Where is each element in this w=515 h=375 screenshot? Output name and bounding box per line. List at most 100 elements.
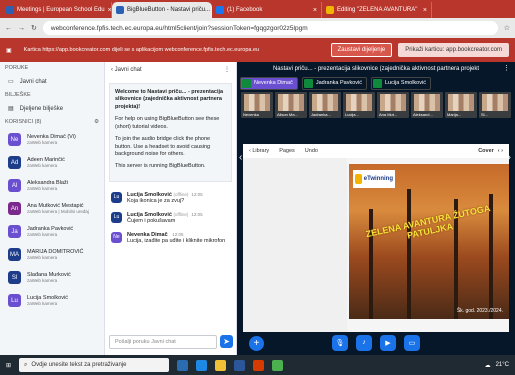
avatar: MA [8, 248, 21, 261]
address-bar: ← → ↻ webconference.fpfis.tech.ec.europa… [0, 18, 515, 38]
more-icon[interactable]: ⋮ [224, 66, 230, 73]
welcome-powered: This server is running BigBlueButton. [115, 163, 206, 170]
next-page-icon[interactable]: › [508, 152, 511, 163]
webcam-tile[interactable]: Marija... [445, 92, 477, 118]
options-icon[interactable]: ⋮ [503, 64, 510, 72]
user-item[interactable]: Lu Lucija Smolković zaWeb kamera [0, 289, 104, 312]
undo-button[interactable]: Undo [305, 148, 318, 154]
windows-start-icon[interactable]: ⊞ [6, 362, 11, 369]
reload-icon[interactable]: ↻ [31, 24, 37, 32]
notes-icon: ▤ [8, 106, 14, 112]
webcam-name: Jadranka... [311, 112, 331, 117]
word-icon[interactable] [234, 359, 246, 371]
webcam-name: Lucija... [345, 112, 359, 117]
talking-indicator[interactable]: Lucija Smolković [371, 76, 431, 90]
avatar: Lu [111, 191, 122, 203]
url-field[interactable]: webconference.fpfis.tech.ec.europa.eu/ht… [42, 21, 498, 35]
tab-favicon-icon [6, 6, 14, 14]
avatar: Ne [8, 133, 21, 146]
stop-sharing-button[interactable]: Zaustavi dijeljenje [330, 43, 393, 57]
screen-share-button[interactable]: ▭ [404, 334, 420, 351]
camera-button[interactable]: ▶ [380, 334, 396, 351]
talker-name: Jadranka Pavković [315, 80, 362, 86]
cover-arrows-icon[interactable]: ‹ › [498, 148, 503, 154]
webcam-feed [346, 94, 372, 111]
chrome-icon[interactable] [272, 359, 284, 371]
webcam-tile[interactable]: Nevenka [241, 92, 273, 118]
message-time: 12:05 [191, 191, 203, 197]
task-view-icon[interactable] [177, 359, 189, 371]
system-tray: ☁ 21°C [485, 362, 509, 369]
user-item[interactable]: Ne Nevenka Dimač (Vi) zaWeb kamera [0, 128, 104, 151]
settings-icon[interactable]: ⚙ [94, 119, 99, 125]
sidebar: PORUKE ▭ Javni chat BILJEŠKE ▤ Djeljene bi… [0, 62, 105, 355]
talking-indicators: Nevenka Dimač Jadranka Pavković Lucija Smo… [237, 76, 515, 90]
chat-header: ‹ Javni chat ⋮ [105, 62, 236, 77]
audio-button[interactable]: ♪ [356, 334, 372, 351]
webcam-name: Nevenka [243, 112, 259, 117]
user-item[interactable]: MA MARIJA DOMITROVIĆ zaWeb kamera [0, 243, 104, 266]
powerpoint-icon[interactable] [253, 359, 265, 371]
file-explorer-icon[interactable] [215, 359, 227, 371]
user-item[interactable]: Ad Adeen Marinčić zaWeb kamera [0, 151, 104, 174]
tab-meetings[interactable]: Meetings | European School Edu × [2, 2, 112, 18]
book-blank-page [243, 158, 347, 332]
webcam-tile[interactable]: Lucija... [343, 92, 375, 118]
talking-indicator[interactable]: Jadranka Pavković [301, 76, 367, 90]
user-item[interactable]: Sl Slađana Murković zaWeb kamera [0, 266, 104, 289]
prev-page-icon[interactable]: ‹ [239, 152, 242, 163]
chat-back-button[interactable]: ‹ Javni chat [111, 67, 142, 73]
webcam-tile[interactable]: Alison Ma... [275, 92, 307, 118]
tab-bookcreator[interactable]: Editing "ZELENA AVANTURA" × [322, 2, 432, 18]
presentation-title-bar: Nastavi priču... - prezentacija slikovni… [237, 62, 515, 76]
show-tab-button[interactable]: Prikaži karticu: app.bookcreator.com [398, 43, 509, 57]
share-icon: ▣ [6, 47, 12, 54]
chat-message: Lu Lucija Smolković (offline) 12:05 Koja … [105, 188, 236, 208]
user-item[interactable]: Ja Jadranka Pavković zaWeb kamera [0, 220, 104, 243]
back-icon[interactable]: ← [5, 25, 12, 32]
shared-notes-label: Djeljene bilješke [19, 105, 64, 112]
message-time: 12:05 [191, 211, 203, 217]
send-button[interactable]: ➤ [220, 335, 233, 348]
user-item[interactable]: Al Aleksandra Blaži zaWeb kamera [0, 174, 104, 197]
webcam-tile[interactable]: Sl... [479, 92, 511, 118]
microphone-icon [373, 78, 382, 88]
presentation-title: Nastavi priču... - prezentacija slikovni… [272, 66, 480, 72]
screen-share-icon: ▭ [408, 339, 416, 347]
users-count: KORISNICI (8) [5, 119, 42, 125]
webcam-tile[interactable]: Aleksand... [411, 92, 443, 118]
avatar: An [8, 202, 21, 215]
welcome-message: Welcome to Nastavi priču... - prezentaci… [109, 83, 232, 182]
user-role: zaWeb kamera | Mobilni uređaj [27, 209, 89, 215]
star-icon[interactable]: ☆ [504, 24, 510, 32]
user-role: zaWeb kamera [27, 255, 58, 261]
user-name: Adeen Marinčić [27, 156, 65, 163]
taskbar-search[interactable]: ⌕ Ovdje unesite tekst za pretraživanje [19, 358, 170, 372]
close-icon[interactable]: × [313, 7, 317, 14]
pages-button[interactable]: Pages [279, 148, 295, 154]
chat-message: Lu Lucija Smolković (offline) 12:05 Čujem… [105, 208, 236, 228]
shared-notes-item[interactable]: ▤ Djeljene bilješke [0, 101, 104, 116]
forward-icon[interactable]: → [18, 25, 25, 32]
close-icon[interactable]: × [423, 7, 427, 14]
tab-facebook[interactable]: (1) Facebook × [212, 2, 322, 18]
tab-label: BigBlueButton - Nastavi priču... [127, 7, 211, 13]
welcome-help: For help on using BigBlueButton see thes… [115, 116, 220, 130]
tab-bigbluebutton[interactable]: BigBlueButton - Nastavi priču...× [112, 2, 212, 18]
user-item[interactable]: An Ana Mutković Mestapić zaWeb kamera | M… [0, 197, 104, 220]
bookcreator-shared-screen: ‹ Library Pages Undo Cover ‹ › eTwinning … [243, 144, 509, 332]
user-name: Jadranka Pavković [27, 225, 74, 232]
chat-input[interactable]: Pošalji poruku Javni chat [109, 335, 217, 349]
chat-icon: ▭ [8, 79, 14, 85]
camera-icon: ▶ [385, 339, 391, 347]
talking-indicator[interactable]: Nevenka Dimač [240, 76, 298, 90]
library-link[interactable]: ‹ Library [249, 148, 269, 154]
user-list: Ne Nevenka Dimač (Vi) zaWeb kamera Ad Adee… [0, 128, 104, 312]
public-chat-item[interactable]: ▭ Javni chat [0, 74, 104, 89]
edge-icon[interactable] [196, 359, 208, 371]
windows-taskbar: ⊞ ⌕ Ovdje unesite tekst za pretraživanje … [0, 355, 515, 375]
webcam-tile[interactable]: Ana Mut... [377, 92, 409, 118]
webcam-feed [312, 94, 338, 111]
microphone-button[interactable]: 🎙 [332, 334, 348, 351]
webcam-tile[interactable]: Jadranka... [309, 92, 341, 118]
